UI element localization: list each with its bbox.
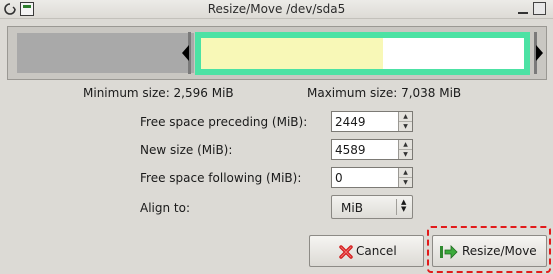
- free-space-following-spinner[interactable]: 0 ▲ ▼: [331, 167, 413, 188]
- maximum-size-text: Maximum size: 7,038 MiB: [307, 86, 462, 100]
- minimum-size-text: Minimum size: 2,596 MiB: [83, 86, 234, 100]
- new-size-label: New size (MiB):: [140, 143, 233, 157]
- increment-icon[interactable]: ▲: [399, 112, 412, 121]
- window-title: Resize/Move /dev/sda5: [207, 2, 346, 16]
- resize-move-label: Resize/Move: [462, 244, 537, 258]
- free-space-preceding-spinner[interactable]: 2449 ▲ ▼: [331, 111, 413, 132]
- updown-icon: ▲ ▼: [401, 198, 407, 213]
- title-bar: Resize/Move /dev/sda5: [0, 0, 553, 19]
- minimize-icon[interactable]: [516, 2, 530, 16]
- partition-block[interactable]: [195, 32, 530, 75]
- cancel-button[interactable]: Cancel: [309, 235, 424, 267]
- resize-move-icon: [440, 244, 458, 260]
- align-to-value: MiB: [341, 201, 363, 215]
- new-size-spinner[interactable]: 4589 ▲ ▼: [331, 139, 413, 160]
- left-resize-handle[interactable]: [182, 32, 191, 74]
- free-space-following-value[interactable]: 0: [335, 171, 343, 185]
- decrement-icon[interactable]: ▼: [399, 177, 412, 186]
- new-size-value[interactable]: 4589: [335, 143, 366, 157]
- decrement-icon[interactable]: ▼: [399, 149, 412, 158]
- free-space-preceding-area: [17, 33, 194, 73]
- cancel-icon: [338, 244, 354, 260]
- align-to-label: Align to:: [140, 201, 191, 215]
- decrement-icon[interactable]: ▼: [399, 121, 412, 130]
- partition-resizer[interactable]: [7, 26, 547, 80]
- free-space-preceding-label: Free space preceding (MiB):: [140, 115, 308, 129]
- cancel-label: Cancel: [356, 244, 397, 258]
- maximize-icon[interactable]: [533, 2, 546, 15]
- free-space-preceding-value[interactable]: 2449: [335, 115, 366, 129]
- align-to-select[interactable]: MiB ▲ ▼: [331, 195, 413, 219]
- increment-icon[interactable]: ▲: [399, 140, 412, 149]
- used-space-area: [201, 38, 383, 69]
- right-resize-handle[interactable]: [534, 32, 543, 74]
- increment-icon[interactable]: ▲: [399, 168, 412, 177]
- free-space-following-label: Free space following (MiB):: [140, 171, 302, 185]
- resize-move-button[interactable]: Resize/Move: [432, 235, 547, 267]
